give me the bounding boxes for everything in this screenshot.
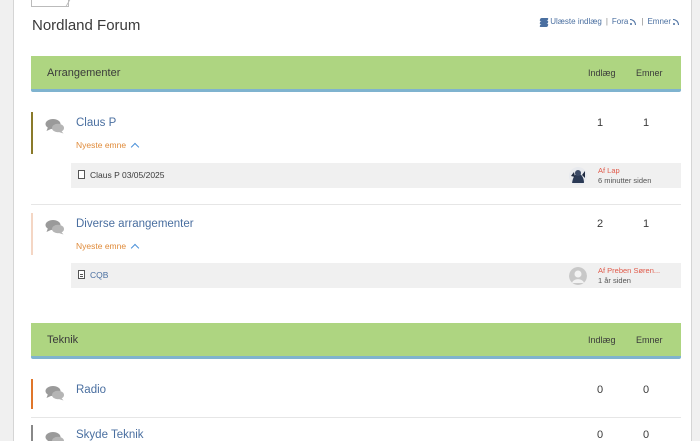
latest-topic-link[interactable]: CQB <box>90 270 108 280</box>
forum-color-bar <box>31 112 33 154</box>
chevron-up-icon <box>130 243 140 252</box>
chevron-up-icon <box>130 142 140 151</box>
forum-color-bar <box>31 379 33 409</box>
forum-color-bar <box>31 425 33 441</box>
posts-count: 1 <box>597 117 604 129</box>
posts-count: 0 <box>597 429 604 441</box>
forum-color-bar <box>31 213 33 255</box>
latest-topic: Claus P 03/05/2025 Af Lap 6 minutter sid… <box>71 163 681 188</box>
topics-column-header: Emner <box>636 68 663 78</box>
chat-icon <box>45 119 64 134</box>
category-title: Teknik <box>47 334 79 346</box>
newest-topic-label: Nyeste emne <box>76 140 127 150</box>
unread-posts-label: Ulæste indlæg <box>550 17 602 26</box>
latest-author[interactable]: Af Lap <box>598 166 620 175</box>
document-icon <box>78 170 85 179</box>
forum-title-link[interactable]: Skyde Teknik <box>76 429 144 441</box>
fora-rss-link[interactable]: Fora <box>612 17 637 26</box>
unread-posts-link[interactable]: Ulæste indlæg <box>539 17 602 27</box>
chat-icon <box>45 220 64 235</box>
topics-column-header: Emner <box>636 335 663 345</box>
forum-row-radio: Radio 0 0 <box>31 379 681 409</box>
row-divider <box>31 204 681 205</box>
breadcrumb-home[interactable] <box>31 0 69 7</box>
category-header-arrangementer[interactable]: Arrangementer Indlæg Emner <box>31 56 681 92</box>
forum-row-claus-p: Claus P 1 1 Nyeste emne Claus P 03/05/20… <box>31 112 681 192</box>
latest-author[interactable]: Af Preben Søren... <box>598 266 660 275</box>
link-separator: | <box>605 17 608 26</box>
row-divider <box>31 417 681 418</box>
topics-count: 0 <box>643 384 650 396</box>
avatar[interactable] <box>569 167 587 185</box>
latest-topic: CQB Af Preben Søren... 1 år siden <box>71 263 681 288</box>
newest-topic-toggle[interactable]: Nyeste emne <box>76 241 140 252</box>
stack-icon <box>539 17 549 27</box>
rss-icon <box>673 18 680 25</box>
document-text-icon <box>78 270 85 279</box>
fora-label: Fora <box>611 17 629 26</box>
rss-icon <box>630 18 637 25</box>
topics-count: 1 <box>643 117 650 129</box>
posts-count: 2 <box>597 218 604 230</box>
forum-row-diverse-arrangementer: Diverse arrangementer 2 1 Nyeste emne CQ… <box>31 213 681 293</box>
posts-count: 0 <box>597 384 604 396</box>
category-header-teknik[interactable]: Teknik Indlæg Emner <box>31 323 681 359</box>
forum-title-link[interactable]: Diverse arrangementer <box>76 218 194 230</box>
chat-icon <box>45 386 64 401</box>
latest-time: 6 minutter siden <box>598 176 652 185</box>
forum-title-link[interactable]: Claus P <box>76 117 116 129</box>
quick-links: Ulæste indlæg | Fora | Emner <box>539 17 680 27</box>
topics-count: 1 <box>643 218 650 230</box>
emner-rss-link[interactable]: Emner <box>647 17 680 26</box>
default-avatar[interactable] <box>569 267 587 285</box>
newest-topic-toggle[interactable]: Nyeste emne <box>76 140 140 151</box>
newest-topic-label: Nyeste emne <box>76 241 127 251</box>
emner-label: Emner <box>647 17 671 26</box>
latest-topic-link[interactable]: Claus P 03/05/2025 <box>90 170 165 180</box>
forum-row-skyde-teknik: Skyde Teknik 0 0 <box>31 425 681 441</box>
chat-icon <box>45 432 64 441</box>
topics-count: 0 <box>643 429 650 441</box>
posts-column-header: Indlæg <box>588 335 616 345</box>
latest-time: 1 år siden <box>598 276 631 285</box>
posts-column-header: Indlæg <box>588 68 616 78</box>
link-separator: | <box>641 17 644 26</box>
forum-title-link[interactable]: Radio <box>76 384 106 396</box>
category-title: Arrangementer <box>47 67 121 79</box>
forum-index: Nordland Forum Ulæste indlæg | Fora | Em… <box>13 0 692 441</box>
page-title: Nordland Forum <box>32 17 141 34</box>
